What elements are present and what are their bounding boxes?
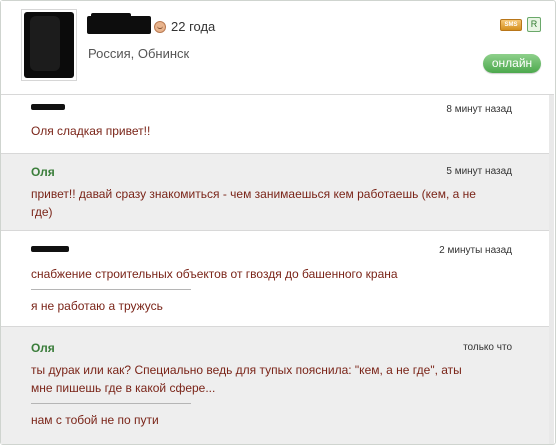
message-text: ты дурак или как? Специально ведь для ту… <box>31 363 462 377</box>
message-time: 2 минуты назад <box>439 245 512 256</box>
message-time: только что <box>463 342 512 353</box>
r-badge-icon[interactable]: R <box>527 17 541 32</box>
message-sender: Оля <box>31 341 55 355</box>
message-item: 2 минуты назад снабжение строительных об… <box>1 231 554 326</box>
message-time: 8 минут назад <box>446 104 512 115</box>
reply-text: нам с тобой не по пути <box>31 413 159 427</box>
redacted-username <box>87 13 151 34</box>
message-sender: Оля <box>31 165 55 179</box>
online-status-button[interactable]: онлайн <box>483 54 541 73</box>
profile-header: 22 года Россия, Обнинск SMS R онлайн <box>1 1 554 94</box>
reply-text: я не работаю а тружусь <box>31 299 163 313</box>
message-text: привет!! давай сразу знакомиться - чем з… <box>31 187 476 201</box>
smiley-icon <box>154 21 166 33</box>
message-text: Оля сладкая привет!! <box>31 124 151 138</box>
avatar[interactable] <box>21 9 77 81</box>
divider <box>31 289 191 290</box>
age-label: 22 года <box>171 19 216 34</box>
redacted-sender <box>31 246 69 252</box>
avatar-image <box>24 12 74 78</box>
message-text: где) <box>31 205 53 219</box>
scrollbar[interactable] <box>549 95 554 444</box>
redacted-sender <box>31 104 65 110</box>
sms-icon[interactable]: SMS <box>500 19 522 31</box>
message-text: мне пишешь где в какой сфере... <box>31 381 216 395</box>
message-item: Оля 5 минут назад привет!! давай сразу з… <box>1 154 554 230</box>
message-item: Оля только что ты дурак или как? Специал… <box>1 327 554 444</box>
divider <box>31 403 191 404</box>
message-time: 5 минут назад <box>446 166 512 177</box>
location-label: Россия, Обнинск <box>88 46 190 61</box>
message-text: снабжение строительных объектов от гвозд… <box>31 267 398 281</box>
message-item: 8 минут назад Оля сладкая привет!! <box>1 95 554 153</box>
